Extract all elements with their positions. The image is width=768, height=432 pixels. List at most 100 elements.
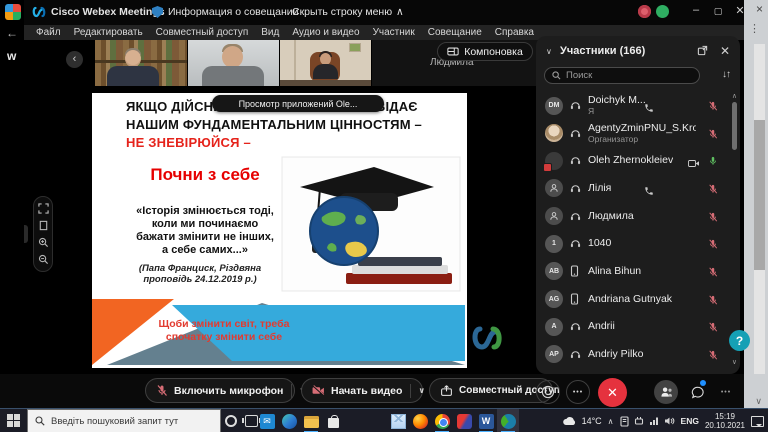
- hide-menu-button[interactable]: Скрыть строку меню: [292, 6, 392, 18]
- participant-row[interactable]: Людмила: [536, 203, 732, 230]
- background-more-icon[interactable]: ⋮: [749, 22, 760, 35]
- participant-row[interactable]: Лілія: [536, 175, 732, 202]
- menu-item[interactable]: Участник: [373, 27, 415, 38]
- start-button[interactable]: [7, 414, 20, 427]
- menu-item[interactable]: Вид: [261, 27, 279, 38]
- participant-name: Andriana Gutnyak: [588, 294, 672, 305]
- background-scroll-down-icon[interactable]: ∨: [755, 396, 762, 407]
- participant-row[interactable]: A Andrii: [536, 313, 732, 340]
- participant-row[interactable]: AgentyZminPNU_S.Kropeln... Организатор: [536, 120, 732, 147]
- temperature-label[interactable]: 14°C: [582, 416, 602, 426]
- webex-logo-icon: [32, 5, 46, 19]
- participant-row[interactable]: AB Alina Bihun: [536, 258, 732, 285]
- close-button[interactable]: ✕: [732, 4, 748, 17]
- minimize-button[interactable]: –: [688, 4, 704, 16]
- participants-toggle-button[interactable]: [654, 380, 678, 404]
- taskbar-app-edge[interactable]: [278, 409, 300, 432]
- taskbar-app-file-explorer[interactable]: [300, 409, 322, 432]
- menu-item[interactable]: Совещание: [428, 27, 482, 38]
- participant-row[interactable]: Oleh Zhernokleiev: [536, 147, 732, 174]
- participant-row[interactable]: AP Andriy Pilko: [536, 341, 732, 368]
- power-icon[interactable]: [634, 416, 644, 426]
- taskbar-app-word[interactable]: W: [475, 409, 497, 432]
- background-scrollbar-thumb[interactable]: [754, 120, 765, 270]
- participants-search-input[interactable]: Поиск: [544, 67, 700, 84]
- taskbar-search-input[interactable]: Введіть пошуковий запит тут: [27, 409, 221, 432]
- panel-collapse-handle[interactable]: [24, 225, 28, 243]
- fit-view-icon[interactable]: [38, 203, 49, 214]
- sort-icon[interactable]: ↓↑: [722, 69, 730, 80]
- start-video-button[interactable]: Начать видео ∨: [301, 378, 423, 403]
- menu-item[interactable]: Совместный доступ: [156, 27, 249, 38]
- popout-icon[interactable]: [697, 45, 708, 56]
- language-indicator[interactable]: ENG: [681, 416, 699, 426]
- participants-list: DM Doichyk M... Я AgentyZminPNU_S.Kropel…: [536, 90, 732, 370]
- help-button[interactable]: ?: [729, 330, 750, 351]
- banner-text: Щоби змінити світ, треба спочатку змінит…: [144, 318, 304, 344]
- maximize-button[interactable]: ▢: [710, 6, 726, 17]
- leave-x-icon: ✕: [607, 385, 618, 401]
- unmute-button[interactable]: Включить микрофон ∨: [145, 378, 295, 403]
- tray-icons: [620, 416, 675, 427]
- connection-indicator-icon[interactable]: [656, 5, 669, 18]
- video-tile-2[interactable]: [188, 40, 279, 86]
- zoom-out-icon[interactable]: [38, 254, 49, 265]
- taskbar-app-webex[interactable]: [497, 409, 519, 432]
- zoom-in-icon[interactable]: [38, 237, 49, 248]
- smiley-icon: [541, 385, 555, 399]
- back-arrow-icon[interactable]: ←: [6, 26, 18, 40]
- taskbar-app-store[interactable]: [322, 409, 344, 432]
- meeting-info-button[interactable]: Информация о совещании: [168, 6, 298, 18]
- participants-scrollbar[interactable]: [732, 102, 737, 150]
- background-close-icon[interactable]: ×: [756, 2, 763, 16]
- taskbar-app-firefox[interactable]: [409, 409, 431, 432]
- taskbar-clock[interactable]: 15:19 20.10.2021: [705, 412, 745, 430]
- scroll-up-icon[interactable]: ∧: [732, 92, 737, 100]
- background-text-fragment: w: [7, 49, 16, 63]
- cortana-button[interactable]: [225, 415, 237, 427]
- menu-item[interactable]: Справка: [495, 27, 534, 38]
- headset-icon: [570, 349, 581, 360]
- panel-more-button[interactable]: •••: [714, 380, 738, 404]
- document-icon[interactable]: [620, 416, 629, 427]
- layout-button[interactable]: Компоновка: [437, 42, 533, 61]
- record-indicator-icon[interactable]: [638, 5, 651, 18]
- mic-muted-icon: [708, 128, 718, 140]
- panel-close-icon[interactable]: ✕: [720, 44, 730, 58]
- taskbar-app-envelope[interactable]: [387, 409, 409, 432]
- volume-icon[interactable]: [664, 416, 675, 426]
- taskbar-app-chrome[interactable]: [431, 409, 453, 432]
- participant-row[interactable]: AG Andriana Gutnyak: [536, 286, 732, 313]
- mic-muted-icon: [708, 211, 718, 223]
- avatar: AG: [545, 290, 563, 308]
- video-tile-3[interactable]: [280, 40, 371, 86]
- menu-item[interactable]: Редактировать: [74, 27, 143, 38]
- video-tile-1[interactable]: [95, 40, 187, 86]
- scroll-down-icon[interactable]: ∨: [732, 358, 737, 366]
- share-content-button[interactable]: Совместный доступ: [429, 378, 553, 403]
- leave-meeting-button[interactable]: ✕: [598, 378, 627, 407]
- participant-row[interactable]: 1 1040: [536, 230, 732, 257]
- taskbar-app-mail-app[interactable]: ✉: [256, 409, 278, 432]
- chat-button[interactable]: [686, 380, 710, 404]
- search-icon: [35, 416, 45, 426]
- more-options-button[interactable]: •••: [566, 380, 590, 404]
- extra-icon: [688, 155, 700, 173]
- hidden-icons-chevron[interactable]: ∧: [608, 417, 614, 426]
- avatar: AP: [545, 345, 563, 363]
- network-icon[interactable]: [649, 416, 659, 426]
- menu-item[interactable]: Файл: [36, 27, 61, 38]
- menu-item[interactable]: Аудио и видео: [292, 27, 359, 38]
- action-center-icon[interactable]: [751, 416, 764, 427]
- headset-icon: [570, 128, 581, 139]
- reactions-button[interactable]: [536, 380, 560, 404]
- filmstrip-prev-button[interactable]: ‹: [66, 51, 83, 68]
- fit-page-icon[interactable]: [38, 220, 49, 231]
- taskbar-app-media-app[interactable]: [453, 409, 475, 432]
- participant-row[interactable]: DM Doichyk M... Я: [536, 92, 732, 119]
- video-options-chevron[interactable]: ∨: [410, 384, 425, 398]
- panel-collapse-icon[interactable]: ∨: [546, 47, 552, 56]
- chevron-up-icon[interactable]: ∧: [396, 6, 404, 18]
- mic-muted-icon: [708, 321, 718, 333]
- desktop-app-icon[interactable]: [5, 4, 21, 20]
